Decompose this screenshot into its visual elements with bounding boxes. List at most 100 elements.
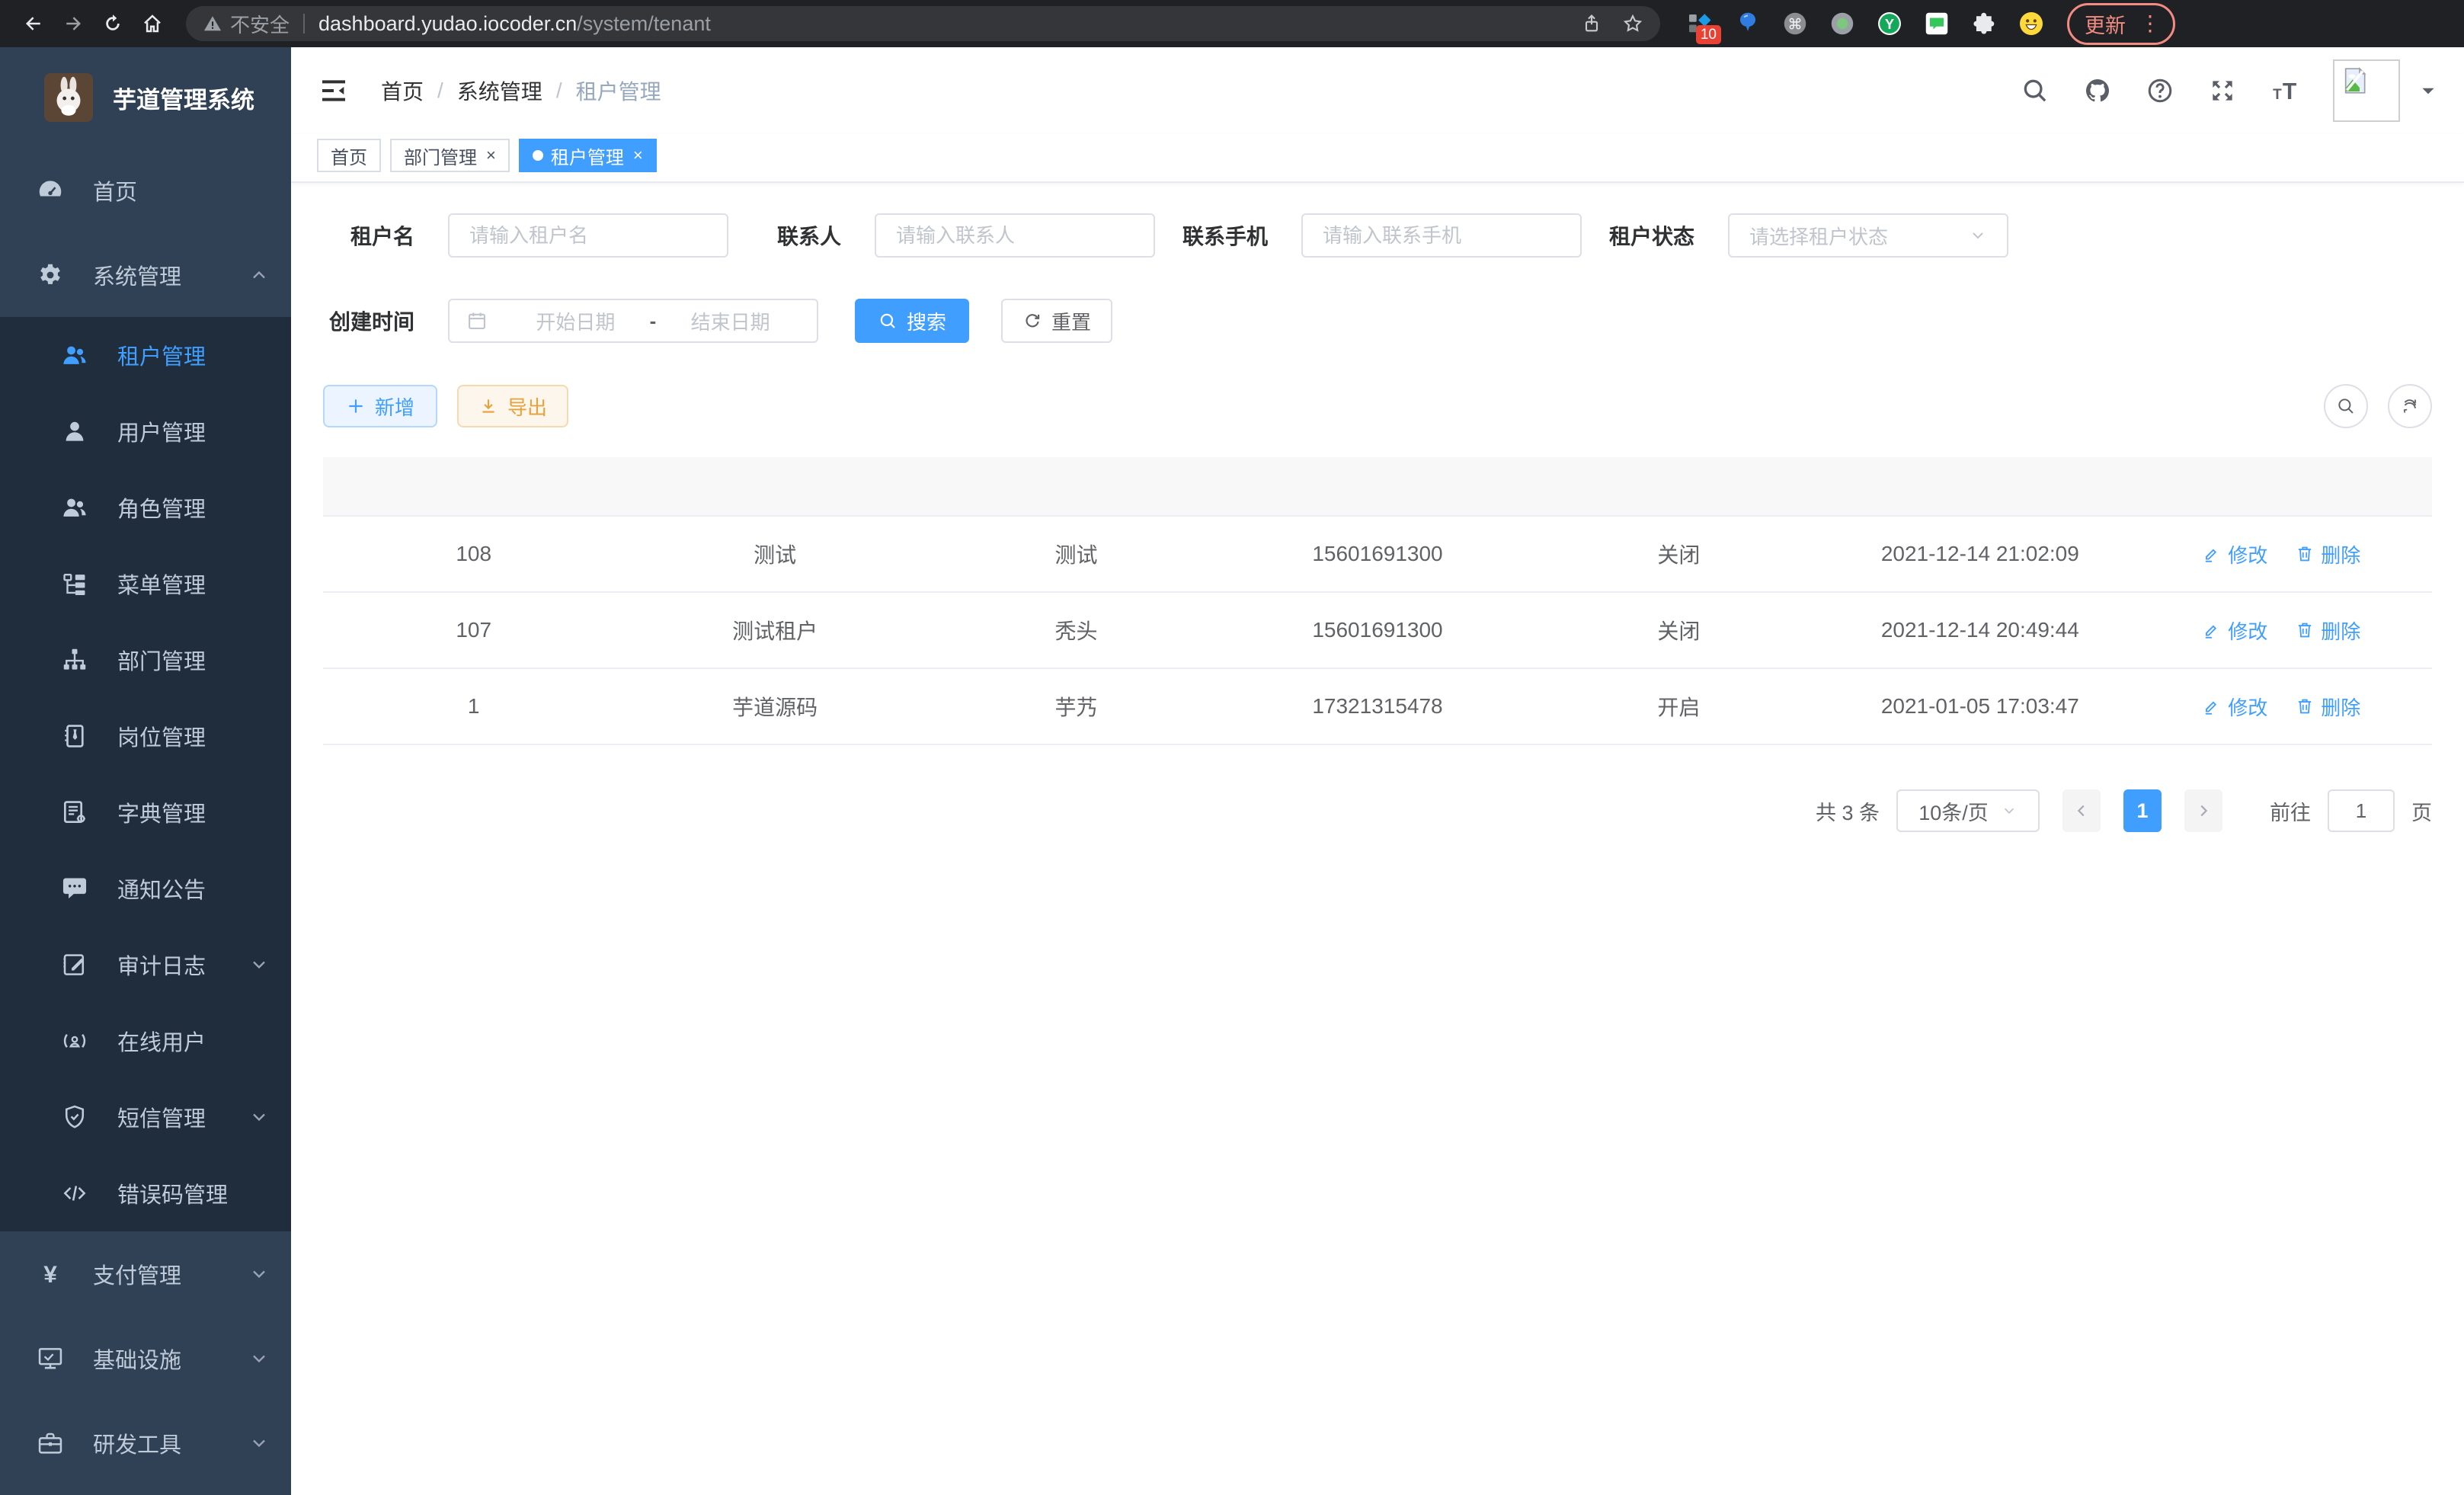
- close-icon[interactable]: ×: [633, 146, 643, 165]
- extension-chat-icon[interactable]: [1922, 9, 1951, 38]
- close-icon[interactable]: ×: [486, 146, 496, 165]
- sidebar-item[interactable]: ¥ 支付管理: [0, 1231, 291, 1316]
- url-path[interactable]: /system/tenant: [577, 12, 711, 36]
- sidebar-item[interactable]: 基础设施: [0, 1316, 291, 1401]
- sidebar-item[interactable]: 系统管理: [0, 232, 291, 317]
- tab[interactable]: 首页 ×: [317, 139, 381, 172]
- contact-input[interactable]: [875, 213, 1155, 258]
- breadcrumb-item[interactable]: 租户管理 /: [576, 75, 661, 106]
- sidebar-item[interactable]: 在线用户: [0, 1003, 291, 1079]
- extension-emoji-icon[interactable]: [2017, 9, 2046, 38]
- sidebar-collapse-icon[interactable]: [317, 74, 350, 107]
- user-avatar[interactable]: [2333, 59, 2438, 122]
- create-time-range-picker[interactable]: 开始日期 - 结束日期: [448, 299, 818, 343]
- sidebar-item[interactable]: 部门管理: [0, 622, 291, 698]
- tenant-status-select[interactable]: 请选择租户状态: [1728, 213, 2008, 258]
- cell-created: 2021-12-14 21:02:09: [1829, 516, 2130, 592]
- sidebar-item[interactable]: 研发工具: [0, 1401, 291, 1485]
- cell-contact: 芋艿: [926, 668, 1227, 744]
- page-size-select[interactable]: 10条/页: [1896, 789, 2040, 832]
- tags-view: 首页 × 部门管理 × 租户管理 ×: [291, 134, 2464, 183]
- plus-icon: [346, 396, 366, 416]
- edit-link[interactable]: 修改: [2202, 540, 2267, 568]
- bookmark-star-icon[interactable]: [1622, 13, 1643, 34]
- sidebar-item[interactable]: 字典管理: [0, 774, 291, 850]
- browser-forward-icon[interactable]: [56, 7, 90, 40]
- sidebar-item[interactable]: 首页: [0, 148, 291, 232]
- refresh-table-button[interactable]: [2388, 384, 2432, 428]
- browser-home-icon[interactable]: [136, 7, 169, 40]
- sidebar-logo-row[interactable]: 芋道管理系统: [0, 47, 291, 148]
- cell-mobile: 15601691300: [1227, 516, 1528, 592]
- mobile-input[interactable]: [1301, 213, 1582, 258]
- breadcrumb: 首页 / 系统管理 / 租户管理 /: [381, 75, 661, 106]
- tab[interactable]: 租户管理 ×: [519, 139, 657, 172]
- breadcrumb-separator: /: [437, 78, 443, 103]
- help-icon[interactable]: [2146, 76, 2174, 105]
- toggle-search-button[interactable]: [2324, 384, 2368, 428]
- extension-badge: 10: [1696, 25, 1721, 44]
- sidebar-item[interactable]: 短信管理: [0, 1079, 291, 1155]
- sidebar-item[interactable]: 菜单管理: [0, 546, 291, 622]
- reset-button[interactable]: 重置: [1001, 299, 1112, 343]
- contact-label: 联系人: [750, 220, 841, 251]
- edit-link[interactable]: 修改: [2202, 693, 2267, 721]
- sidebar-item[interactable]: 错误码管理: [0, 1155, 291, 1231]
- extension-balloon-icon[interactable]: [1733, 9, 1762, 38]
- prev-page-button[interactable]: [2062, 789, 2101, 832]
- sidebar-item[interactable]: 审计日志: [0, 927, 291, 1003]
- delete-link[interactable]: 删除: [2295, 693, 2360, 721]
- cell-tenant-name: 芋道源码: [624, 668, 925, 744]
- breadcrumb-item[interactable]: 首页 /: [381, 75, 457, 106]
- cell-status: 关闭: [1528, 516, 1829, 592]
- breadcrumb-item[interactable]: 系统管理 /: [457, 75, 576, 106]
- fullscreen-icon[interactable]: [2208, 76, 2237, 105]
- edit-link[interactable]: 修改: [2202, 616, 2267, 645]
- font-size-icon[interactable]: TT: [2270, 76, 2299, 105]
- current-page-button[interactable]: 1: [2123, 789, 2162, 832]
- delete-link[interactable]: 删除: [2295, 616, 2360, 645]
- url-host[interactable]: dashboard.yudao.iocoder.cn: [318, 12, 577, 36]
- sidebar-item[interactable]: 用户管理: [0, 393, 291, 469]
- extension-diamond-icon[interactable]: 10: [1686, 9, 1715, 38]
- extension-y-icon[interactable]: Y: [1875, 9, 1904, 38]
- trash-icon: [2295, 620, 2315, 640]
- goto-page-input[interactable]: [2328, 789, 2395, 832]
- extension-puzzle-icon[interactable]: [1970, 9, 1998, 38]
- browser-reload-icon[interactable]: [96, 7, 130, 40]
- caret-down-icon[interactable]: [2418, 81, 2438, 101]
- tab-label: 首页: [331, 142, 367, 169]
- sidebar-item-label: 在线用户: [117, 1025, 270, 1057]
- chevron-down-icon: [248, 1433, 270, 1454]
- sidebar-item[interactable]: 通知公告: [0, 850, 291, 927]
- browser-update-button[interactable]: 更新 ⋮: [2067, 3, 2175, 45]
- export-button[interactable]: 导出: [457, 385, 568, 427]
- sidebar-item-label: 研发工具: [93, 1427, 248, 1459]
- broken-avatar-image: [2333, 59, 2400, 122]
- tenant-icon: [59, 341, 90, 370]
- tab[interactable]: 部门管理 ×: [390, 139, 510, 172]
- start-date-placeholder[interactable]: 开始日期: [506, 307, 645, 335]
- header-search-icon[interactable]: [2021, 76, 2050, 105]
- add-button[interactable]: 新增: [323, 385, 437, 427]
- sidebar-item[interactable]: 岗位管理: [0, 698, 291, 774]
- sidebar-item[interactable]: 角色管理: [0, 469, 291, 546]
- extension-green-dot-icon[interactable]: [1828, 9, 1857, 38]
- search-button[interactable]: 搜索: [855, 299, 969, 343]
- browser-back-icon[interactable]: [17, 7, 50, 40]
- sidebar-item-label: 通知公告: [117, 872, 270, 904]
- sidebar-item[interactable]: 租户管理: [0, 317, 291, 393]
- security-label[interactable]: 不安全: [230, 10, 290, 38]
- browser-menu-icon[interactable]: ⋮: [2139, 13, 2161, 34]
- next-page-button[interactable]: [2184, 789, 2222, 832]
- extension-command-icon[interactable]: ⌘: [1781, 9, 1810, 38]
- tenant-name-input[interactable]: [448, 213, 728, 258]
- share-icon[interactable]: [1581, 13, 1602, 34]
- address-bar[interactable]: 不安全 dashboard.yudao.iocoder.cn /system/t…: [186, 6, 1660, 41]
- notice-chat-icon: [59, 874, 90, 903]
- create-time-label: 创建时间: [323, 306, 414, 336]
- github-icon[interactable]: [2083, 76, 2112, 105]
- delete-link[interactable]: 删除: [2295, 540, 2360, 568]
- end-date-placeholder[interactable]: 结束日期: [661, 307, 800, 335]
- app-logo: [44, 73, 93, 122]
